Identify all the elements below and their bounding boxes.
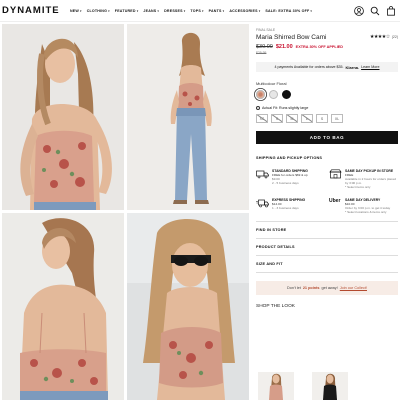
bag-icon[interactable] (386, 6, 396, 16)
header-icons (354, 6, 396, 16)
look-thumbnail[interactable] (312, 372, 348, 400)
swatch-black[interactable] (282, 90, 291, 99)
join-collect-link[interactable]: Join our Collect! (340, 286, 367, 290)
chevron-down-icon: ▾ (183, 8, 186, 13)
size-option[interactable]: M (286, 114, 298, 123)
nav-item[interactable]: PANTS▾ (209, 9, 225, 13)
size-option[interactable]: S (271, 114, 283, 123)
klarna-learn-more-link[interactable]: Learn More (361, 65, 379, 69)
shop-the-look-title: SHOP THE LOOK (256, 303, 296, 309)
original-price: $30.00 (256, 44, 273, 50)
accordion-product-details[interactable]: PRODUCT DETAILS (256, 239, 398, 256)
chevron-down-icon: ▾ (310, 8, 313, 13)
product-image-full-body[interactable] (127, 24, 249, 210)
standard-shipping-line: 2 - 5 business days (272, 181, 299, 185)
nav-item[interactable]: SALE: EXTRA 30% OFF▾ (265, 9, 312, 13)
chevron-down-icon: ▾ (108, 8, 110, 13)
nav-item-label: PANTS (208, 8, 222, 13)
standard-shipping-option: STANDARD SHIPPING FREE for orders $69 & … (256, 169, 325, 189)
account-icon[interactable] (354, 6, 364, 16)
sale-price: $21.00 (275, 44, 293, 50)
size-option[interactable]: XS (256, 114, 268, 123)
color-swatches (256, 90, 398, 99)
nav-item-label: DRESSES (164, 8, 183, 13)
shipping-options: STANDARD SHIPPING FREE for orders $69 & … (256, 169, 398, 214)
look-thumbnail[interactable] (258, 372, 294, 400)
store-pickup-line: * Select items only (345, 185, 371, 189)
rating[interactable]: ★★★★☆ (22) (370, 34, 398, 40)
size-option[interactable]: S (316, 114, 328, 123)
same-day-delivery-option: Uber SAME DAY DELIVERY $10.00 Order by 3… (329, 198, 398, 214)
product-image-lifestyle[interactable] (127, 213, 249, 400)
review-count[interactable]: (22) (392, 35, 398, 39)
points-highlight: 21 points (302, 285, 320, 290)
color-label: Multicolour Floral (256, 81, 287, 86)
accordion-size-and-fit[interactable]: SIZE AND FIT (256, 256, 398, 273)
nav-item[interactable]: CLOTHING▾ (87, 9, 110, 13)
nav-item-label: TOPS (190, 8, 201, 13)
store-pickup-line: Available in 2 hours for orders placed b… (345, 177, 397, 185)
price-row: $30.00 $21.00 EXTRA 30% OFF APPLIED (256, 44, 398, 50)
nav-item[interactable]: TOPS▾ (190, 9, 203, 13)
shipping-title: SHIPPING AND PICKUP OPTIONS (256, 156, 323, 160)
chevron-down-icon: ▾ (157, 8, 160, 13)
store-icon (329, 169, 342, 179)
chevron-down-icon: ▾ (136, 8, 139, 13)
product-image-back[interactable] (2, 213, 124, 400)
chevron-down-icon: ▾ (79, 8, 82, 13)
chevron-down-icon: ▾ (201, 8, 204, 13)
accordion-label: PRODUCT DETAILS (256, 244, 295, 249)
size-selector: XS S M L S XL (256, 114, 398, 123)
add-to-bag-button[interactable]: ADD TO BAG (256, 131, 398, 144)
klarna-text: 4 payments Available for orders above $3… (274, 65, 344, 69)
express-shipping-option: EXPRESS SHIPPING $14.00 1 - 3 business d… (256, 198, 325, 214)
points-prefix: Don't let (287, 285, 301, 290)
same-day-delivery-line: * Select locations & items only (345, 210, 387, 214)
nav-item-label: CLOTHING (86, 8, 108, 13)
nav-item-label: NEW (70, 8, 79, 13)
compare-price: $29.95 (256, 51, 267, 55)
main-nav: NEW▾ CLOTHING▾ FEATURED▾ JEANS▾ DRESSES▾ TOPS… (70, 9, 312, 13)
nav-item-label: SALE: EXTRA 30% OFF (265, 8, 310, 13)
promo-label: EXTRA 30% OFF APPLIED (295, 45, 344, 49)
store-pickup-option: SAME DAY PICKUP IN STORE FREE Available … (329, 169, 398, 189)
shop-the-look-carousel (258, 372, 398, 400)
points-banner: Don't let 21 points get away! Join our C… (256, 280, 398, 295)
nav-item[interactable]: DRESSES▾ (164, 9, 185, 13)
accordion-label: SIZE AND FIT (256, 261, 283, 266)
nav-item[interactable]: NEW▾ (70, 9, 82, 13)
product-title: Maria Shirred Bow Cami (256, 34, 327, 41)
product-image-front[interactable] (2, 24, 124, 210)
express-shipping-line: 1 - 3 business days (272, 206, 299, 210)
nav-item[interactable]: ACCESSORIES▾ (229, 9, 260, 13)
swatch-light-grey[interactable] (269, 90, 278, 99)
express-truck-icon (256, 199, 269, 208)
size-option[interactable]: L (301, 114, 313, 123)
size-option[interactable]: XL (331, 114, 343, 123)
fit-note: Actual Fit: Runs slightly large (256, 106, 398, 110)
nav-item-label: JEANS (143, 8, 157, 13)
product-info-panel: FINAL SALE Maria Shirred Bow Cami ★★★★☆ … (256, 28, 398, 309)
search-icon[interactable] (370, 6, 380, 16)
points-suffix: get away! (321, 285, 338, 290)
brand-logo[interactable]: DYNAMITE (2, 5, 68, 16)
uber-logo: Uber (329, 198, 341, 204)
swatch-multicolour-floral[interactable] (256, 90, 265, 99)
fit-icon (256, 106, 260, 110)
accordion-find-in-store[interactable]: FIND IN STORE (256, 222, 398, 239)
nav-item[interactable]: FEATURED▾ (115, 9, 139, 13)
chevron-down-icon: ▾ (258, 8, 261, 13)
nav-item-label: FEATURED (114, 8, 136, 13)
klarna-banner: 4 payments Available for orders above $3… (256, 62, 398, 72)
accordion-label: FIND IN STORE (256, 227, 287, 232)
site-header: DYNAMITE NEW▾ CLOTHING▾ FEATURED▾ JEANS▾ DRE… (0, 0, 400, 22)
nav-item-label: ACCESSORIES (229, 8, 258, 13)
klarna-logo: Klarna. (345, 64, 360, 70)
truck-icon (256, 170, 269, 179)
fit-text: Actual Fit: Runs slightly large (262, 106, 309, 110)
rating-stars: ★★★★☆ (369, 33, 390, 40)
nav-item[interactable]: JEANS▾ (143, 9, 159, 13)
chevron-down-icon: ▾ (222, 8, 225, 13)
